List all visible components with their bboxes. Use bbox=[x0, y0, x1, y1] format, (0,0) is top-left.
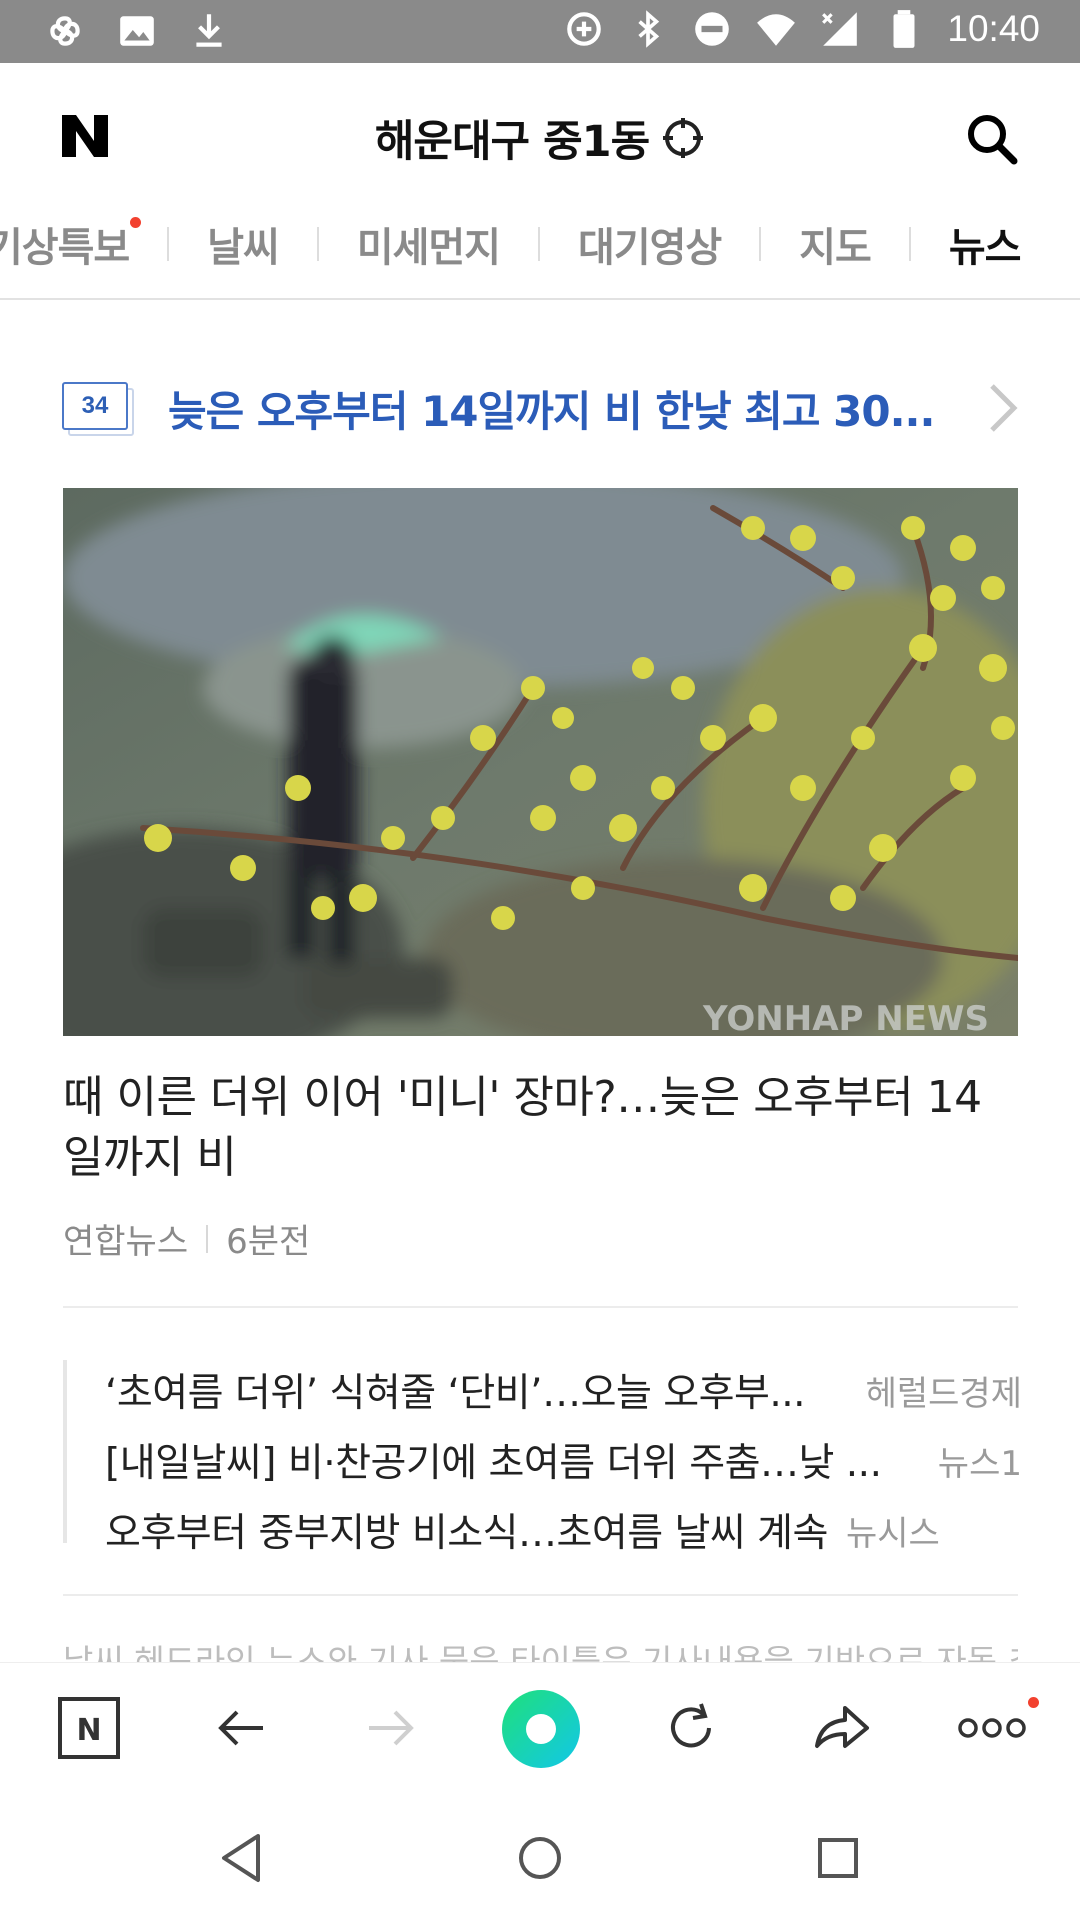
nav-back-icon[interactable] bbox=[214, 1830, 270, 1886]
article-meta: 연합뉴스 6분전 bbox=[63, 1214, 310, 1263]
calendar-badge-count: 34 bbox=[62, 382, 128, 430]
tab-divider bbox=[316, 227, 319, 261]
chevron-right-icon[interactable] bbox=[986, 382, 1020, 434]
article-headline[interactable]: 때 이른 더위 이어 '미니' 장마?…늦은 오후부터 14일까지 비 bbox=[63, 1068, 1018, 1188]
bluetooth-icon bbox=[638, 10, 660, 48]
app-header: 해운대구 중1동 bbox=[0, 63, 1080, 208]
home-button[interactable]: N bbox=[54, 1693, 124, 1763]
search-icon[interactable] bbox=[964, 111, 1020, 167]
related-article[interactable]: 오후부터 중부지방 비소식…초여름 날씨 계속 뉴시스 bbox=[105, 1500, 985, 1560]
green-dot-center bbox=[526, 1714, 556, 1744]
share-button[interactable] bbox=[806, 1693, 876, 1763]
status-time: 10:40 bbox=[947, 8, 1040, 49]
crosshair-icon[interactable] bbox=[661, 116, 705, 160]
article-time: 6분전 bbox=[226, 1222, 311, 1262]
tab-weather[interactable]: 날씨 bbox=[207, 215, 280, 273]
tab-divider bbox=[167, 227, 170, 261]
more-icon bbox=[958, 1718, 1026, 1738]
tab-air-video[interactable]: 대기영상 bbox=[578, 215, 722, 273]
forward-button[interactable] bbox=[356, 1693, 426, 1763]
naver-home-icon: N bbox=[58, 1697, 120, 1759]
download-icon bbox=[196, 14, 222, 47]
notification-dot bbox=[1028, 1697, 1039, 1708]
tab-divider bbox=[538, 227, 541, 261]
battery-icon bbox=[893, 10, 915, 48]
data-saver-icon bbox=[567, 12, 602, 46]
section-divider bbox=[63, 1594, 1018, 1596]
article-photo[interactable]: YONHAP NEWS bbox=[63, 488, 1018, 1036]
image-icon bbox=[120, 16, 154, 46]
tab-divider bbox=[759, 227, 762, 261]
related-article[interactable]: ‘초여름 더위’ 식혀줄 ‘단비’…오늘 오후부... 헤럴드경제 bbox=[105, 1360, 1022, 1420]
related-source: 뉴시스 bbox=[845, 1513, 940, 1554]
refresh-icon bbox=[671, 1703, 711, 1748]
more-button[interactable] bbox=[956, 1693, 1028, 1763]
related-title: 오후부터 중부지방 비소식…초여름 날씨 계속 bbox=[105, 1511, 828, 1556]
pinwheel-icon bbox=[50, 16, 80, 46]
share-icon bbox=[815, 1706, 869, 1748]
news-bundle-text: 늦은 오후부터 14일까지 비 한낮 최고 30... bbox=[168, 386, 935, 436]
do-not-disturb-icon bbox=[695, 12, 730, 46]
refresh-button[interactable] bbox=[656, 1693, 726, 1763]
related-source: 헤럴드경제 bbox=[865, 1373, 1022, 1414]
notification-dot bbox=[130, 217, 142, 228]
system-nav-bar bbox=[0, 1794, 1080, 1920]
wifi-icon bbox=[757, 14, 796, 46]
category-tabs: 기상특보 날씨 미세먼지 대기영상 지도 뉴스 bbox=[0, 205, 1080, 300]
browser-toolbar: N bbox=[0, 1662, 1080, 1795]
tab-divider bbox=[908, 227, 911, 261]
related-articles: ‘초여름 더위’ 식혀줄 ‘단비’…오늘 오후부... 헤럴드경제 [내일날씨]… bbox=[63, 1360, 1022, 1556]
green-dot-button[interactable] bbox=[502, 1690, 580, 1768]
tab-fine-dust[interactable]: 미세먼지 bbox=[357, 215, 501, 273]
calendar-badge: 34 bbox=[62, 382, 134, 436]
section-divider bbox=[63, 1306, 1018, 1308]
photo-watermark: YONHAP NEWS bbox=[702, 999, 989, 1036]
arrow-left-icon bbox=[218, 1710, 263, 1746]
news-bundle-title[interactable]: 34 늦은 오후부터 14일까지 비 한낮 최고 30... bbox=[62, 378, 1020, 438]
meta-divider bbox=[206, 1224, 209, 1253]
tab-map[interactable]: 지도 bbox=[799, 215, 872, 273]
signal-icon bbox=[822, 12, 858, 46]
related-title: ‘초여름 더위’ 식혀줄 ‘단비’…오늘 오후부... bbox=[105, 1371, 806, 1416]
related-source: 뉴스1 bbox=[937, 1443, 1022, 1484]
tab-news[interactable]: 뉴스 bbox=[949, 215, 1022, 273]
location-label: 해운대구 중1동 bbox=[374, 117, 650, 167]
nav-recents-icon[interactable] bbox=[810, 1830, 866, 1886]
svg-text:N: N bbox=[76, 1713, 101, 1748]
footer-notice-text: 날씨 헤드라인 뉴스와 기사 묶음 타이틀은 기사내용을 기반으로 자동 추출된 bbox=[63, 1642, 1018, 1662]
status-bar: 10:40 bbox=[0, 0, 1080, 63]
article-source[interactable]: 연합뉴스 bbox=[63, 1214, 188, 1263]
back-button[interactable] bbox=[206, 1693, 276, 1763]
related-title: [내일날씨] 비·찬공기에 초여름 더위 주춤…낮 ... bbox=[105, 1441, 882, 1486]
nav-home-icon[interactable] bbox=[512, 1830, 568, 1886]
tab-weather-warning[interactable]: 기상특보 bbox=[0, 215, 142, 273]
location-title[interactable]: 해운대구 중1동 bbox=[0, 107, 1080, 169]
related-article[interactable]: [내일날씨] 비·찬공기에 초여름 더위 주춤…낮 ... 뉴스1 bbox=[105, 1430, 1022, 1490]
arrow-right-icon bbox=[369, 1710, 414, 1746]
